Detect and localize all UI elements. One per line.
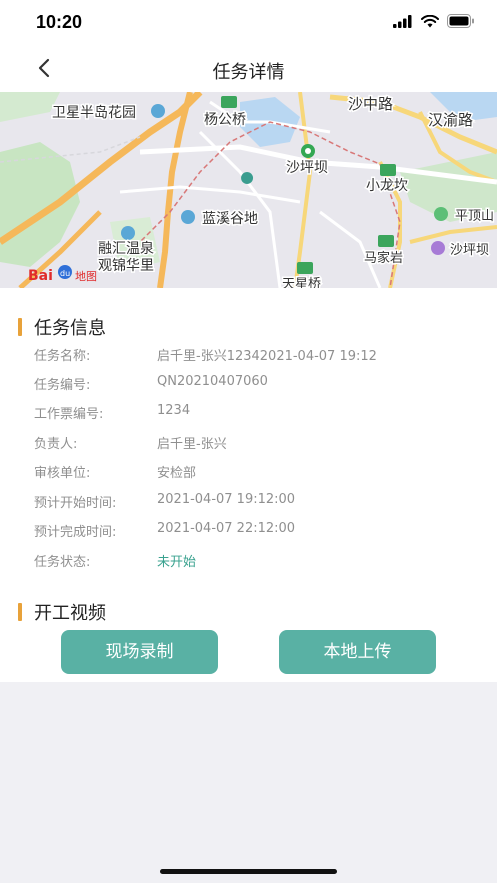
row-value: 启千里-张兴 xyxy=(157,437,227,452)
info-row-task-name: 任务名称: 启千里-张兴12342021-04-07 19:12 xyxy=(34,345,474,367)
metro-icon xyxy=(380,164,396,176)
task-content: 任务信息 任务名称: 启千里-张兴12342021-04-07 19:12 任务… xyxy=(0,288,497,682)
video-header: 开工视频 xyxy=(18,599,106,625)
map-label: 卫星半岛花园 xyxy=(52,105,136,121)
row-value: 2021-04-07 19:12:00 xyxy=(157,492,296,507)
home-indicator[interactable] xyxy=(160,869,337,874)
info-row-work-ticket: 工作票编号: 1234 xyxy=(34,403,474,425)
poi-icon xyxy=(181,210,195,224)
poi-icon xyxy=(431,241,445,255)
nav-bar: 任务详情 xyxy=(0,44,497,92)
row-label: 工作票编号: xyxy=(34,407,104,422)
row-label: 任务状态: xyxy=(34,555,91,570)
info-row-review-unit: 审核单位: 安检部 xyxy=(34,462,474,484)
status-bar: 10:20 xyxy=(0,0,497,44)
map-label: 杨公桥 xyxy=(204,112,246,128)
map-label: 蓝溪谷地 xyxy=(202,211,258,227)
row-value: QN20210407060 xyxy=(157,374,268,389)
signal-icon xyxy=(393,14,412,28)
row-value: 启千里-张兴12342021-04-07 19:12 xyxy=(157,349,377,364)
info-row-owner: 负责人: 启千里-张兴 xyxy=(34,433,474,455)
section-bar xyxy=(18,318,22,336)
row-value: 1234 xyxy=(157,403,191,418)
map-label: 沙中路 xyxy=(348,95,393,113)
status-icons xyxy=(393,14,475,28)
row-value: 安检部 xyxy=(157,466,197,481)
map-label: 沙坪坝 xyxy=(286,160,328,176)
map-label: 沙坪坝 xyxy=(450,243,489,258)
status-time: 10:20 xyxy=(36,12,83,32)
metro-icon xyxy=(221,96,237,108)
task-info-header: 任务信息 xyxy=(18,314,106,340)
battery-icon xyxy=(447,14,474,28)
svg-text:du: du xyxy=(60,269,70,278)
row-label: 任务编号: xyxy=(34,378,91,393)
status-badge: 未开始 xyxy=(157,555,197,570)
svg-text:Bai: Bai xyxy=(28,268,53,284)
row-label: 审核单位: xyxy=(34,466,91,481)
section-title: 开工视频 xyxy=(34,603,106,624)
poi-icon xyxy=(151,104,165,118)
upload-video-button[interactable]: 本地上传 xyxy=(279,630,436,674)
info-row-task-number: 任务编号: QN20210407060 xyxy=(34,374,474,396)
row-label: 预计完成时间: xyxy=(34,525,117,540)
metro-icon xyxy=(297,262,313,274)
metro-icon xyxy=(378,235,394,247)
park-icon xyxy=(434,207,448,221)
info-row-start-time: 预计开始时间: 2021-04-07 19:12:00 xyxy=(34,492,474,514)
map-canvas[interactable]: 卫星半岛花园 杨公桥 沙中路 汉渝路 沙坪坝 小龙坎 蓝溪谷地 平顶山 沙坪坝 … xyxy=(0,92,497,288)
row-value: 2021-04-07 22:12:00 xyxy=(157,521,296,536)
svg-text:地图: 地图 xyxy=(75,270,97,283)
record-video-button[interactable]: 现场录制 xyxy=(61,630,218,674)
section-bar xyxy=(18,603,22,621)
page-title: 任务详情 xyxy=(212,62,285,83)
map-label: 汉渝路 xyxy=(428,111,473,129)
row-label: 负责人: xyxy=(34,437,78,452)
map-label: 观锦华里 xyxy=(98,257,154,274)
poi-icon xyxy=(121,226,135,240)
map-label: 融汇温泉 xyxy=(98,240,154,257)
row-label: 预计开始时间: xyxy=(34,496,117,511)
map-view[interactable]: 卫星半岛花园 杨公桥 沙中路 汉渝路 沙坪坝 小龙坎 蓝溪谷地 平顶山 沙坪坝 … xyxy=(0,92,497,288)
map-label: 平顶山 xyxy=(455,209,494,224)
row-label: 任务名称: xyxy=(34,349,91,364)
location-pin-icon xyxy=(241,172,254,184)
map-label: 小龙坎 xyxy=(366,178,408,194)
map-label: 马家岩 xyxy=(364,250,403,266)
info-row-status: 任务状态: 未开始 xyxy=(34,551,474,573)
section-title: 任务信息 xyxy=(34,318,106,339)
info-row-end-time: 预计完成时间: 2021-04-07 22:12:00 xyxy=(34,521,474,543)
map-label: 天星桥 xyxy=(282,277,321,288)
wifi-icon xyxy=(421,14,439,27)
